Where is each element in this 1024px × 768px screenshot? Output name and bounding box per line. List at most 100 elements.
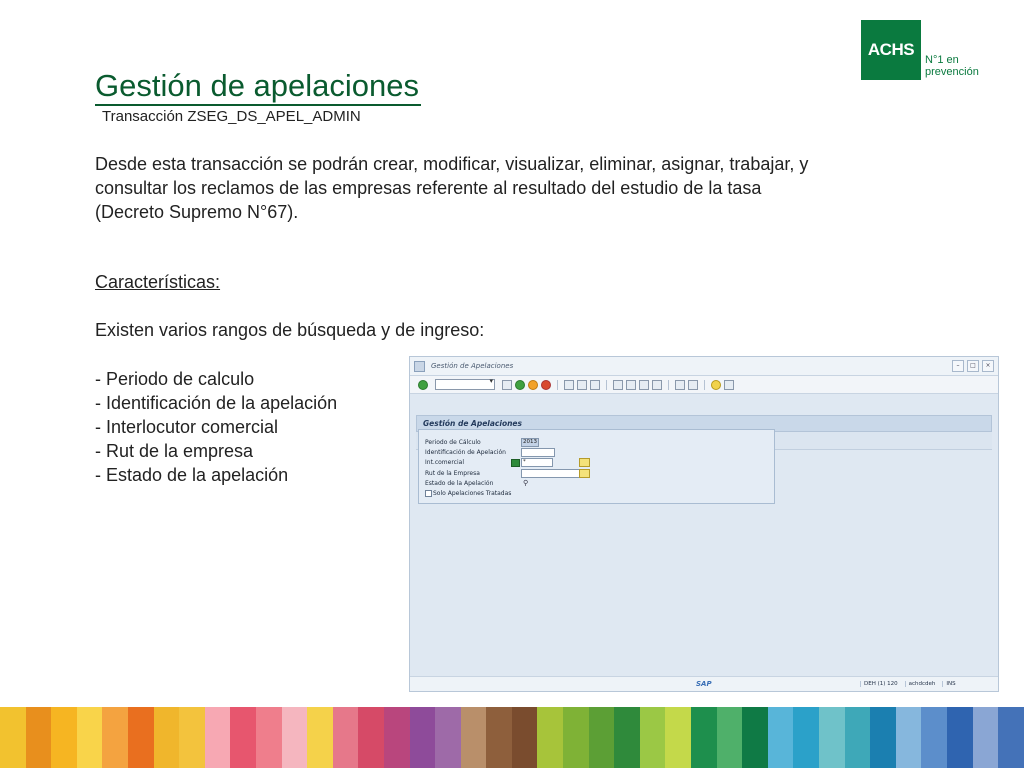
last-page-icon[interactable] (652, 379, 662, 390)
stripe (998, 707, 1024, 768)
slide-description: Desde esta transacción se podrán crear, … (95, 154, 809, 222)
stripe (25, 707, 52, 768)
stripe (255, 707, 282, 768)
system-info[interactable]: DEH (1) 120 (860, 681, 901, 687)
stripe (204, 707, 231, 768)
multiple-selection-icon[interactable] (579, 458, 590, 468)
stripe (307, 707, 333, 768)
form-row-periodo: Periodo de Cálculo 2013 (419, 437, 774, 447)
achs-logo: ACHS N°1 en prevención (861, 20, 979, 80)
close-icon[interactable]: × (982, 360, 994, 372)
list-item: - Identificación de la apelación (95, 393, 338, 413)
stripe (409, 707, 436, 768)
list-item: - Interlocutor comercial (95, 417, 279, 437)
features-list: - Periodo de calculo - Identificación de… (95, 367, 337, 487)
search-icon[interactable]: ⚲ (523, 479, 528, 487)
stripe (435, 707, 461, 768)
app-icon (414, 360, 425, 372)
periodo-label: Periodo de Cálculo (425, 438, 481, 446)
stripe (460, 707, 487, 768)
stripe (895, 707, 922, 768)
stripe (844, 707, 871, 768)
help-icon[interactable] (711, 379, 721, 390)
stripe (563, 707, 589, 768)
stripe (742, 707, 768, 768)
sap-logo: SAP (696, 680, 712, 688)
back-icon[interactable] (515, 379, 525, 390)
form-row-identificacion: Identificación de Apelación (419, 447, 774, 457)
stripe (691, 707, 717, 768)
stripe (102, 707, 128, 768)
estado-label: Estado de la Apelación (425, 479, 494, 487)
stripe (486, 707, 512, 768)
new-session-icon[interactable] (675, 379, 685, 390)
stripe (76, 707, 103, 768)
interlocutor-input[interactable]: * (521, 458, 553, 468)
stripe (767, 707, 794, 768)
user-info: achdcdeh (904, 681, 939, 687)
stripe (665, 707, 692, 768)
sap-status-bar: SAP DEH (1) 120 achdcdeh INS (410, 676, 998, 691)
logo-mark: ACHS (861, 20, 921, 80)
list-item: - Periodo de calculo (95, 369, 255, 389)
form-row-interlocutor: Int.comercial * (419, 458, 774, 468)
identificacion-label: Identificación de Apelación (425, 448, 506, 456)
stripe (639, 707, 666, 768)
sap-toolbar (410, 376, 998, 394)
stripe (921, 707, 947, 768)
next-page-icon[interactable] (639, 379, 649, 390)
features-heading: Características: (95, 272, 221, 292)
solo-tratadas-checkbox[interactable] (425, 490, 432, 498)
logo-tagline-line-1: N°1 en (925, 54, 959, 66)
multiple-selection-icon[interactable] (579, 468, 590, 478)
input-mode[interactable]: INS (942, 681, 958, 687)
sap-window: Gestión de Apelaciones – □ × Gestión de … (409, 356, 999, 692)
interlocutor-label: Int.comercial (425, 459, 464, 467)
identificacion-input[interactable] (521, 447, 555, 457)
sap-titlebar: Gestión de Apelaciones – □ × (410, 357, 998, 376)
command-field[interactable] (435, 377, 495, 390)
previous-page-icon[interactable] (626, 379, 636, 390)
slide-title: Gestión de apelaciones (95, 68, 422, 106)
rut-input[interactable] (521, 468, 581, 478)
rut-label: Rut de la Empresa (425, 469, 480, 477)
first-page-icon[interactable] (613, 379, 623, 390)
stripe (537, 707, 564, 768)
enter-icon[interactable] (418, 379, 428, 390)
maximize-icon[interactable]: □ (967, 360, 979, 372)
ranges-intro: Existen varios rangos de búsqueda y de i… (95, 320, 485, 340)
shortcut-icon[interactable] (688, 379, 698, 390)
logo-tagline: N°1 en prevención (925, 54, 979, 78)
stripe (588, 707, 615, 768)
stripe (230, 707, 256, 768)
cancel-icon[interactable] (541, 379, 551, 390)
exit-icon[interactable] (528, 379, 538, 390)
logo-tagline-line-2: prevención (925, 66, 979, 78)
stripe (153, 707, 180, 768)
form-row-checkbox: Solo Apelaciones Tratadas (419, 488, 774, 498)
status-info: DEH (1) 120 achdcdeh INS (860, 681, 959, 687)
stripe (946, 707, 973, 768)
stripe (716, 707, 743, 768)
print-icon[interactable] (564, 379, 574, 390)
list-item: - Estado de la apelación (95, 465, 289, 485)
minimize-icon[interactable]: – (952, 360, 964, 372)
stripe (332, 707, 359, 768)
find-icon[interactable] (577, 379, 587, 390)
layout-menu-icon[interactable] (724, 379, 734, 390)
list-item: - Rut de la empresa (95, 441, 254, 461)
form-row-estado: Estado de la Apelación ⚲ (419, 478, 774, 488)
logo-brand: ACHS (867, 40, 915, 59)
save-icon[interactable] (502, 379, 512, 390)
decorative-stripes (0, 707, 1024, 768)
stripe (614, 707, 640, 768)
find-next-icon[interactable] (590, 379, 600, 390)
stripe (819, 707, 845, 768)
stripe (0, 707, 26, 768)
stripe (51, 707, 77, 768)
periodo-input[interactable]: 2013 (521, 437, 539, 447)
form-row-rut: Rut de la Empresa (419, 468, 774, 478)
stripe (281, 707, 308, 768)
stripe (972, 707, 999, 768)
stripe (179, 707, 205, 768)
